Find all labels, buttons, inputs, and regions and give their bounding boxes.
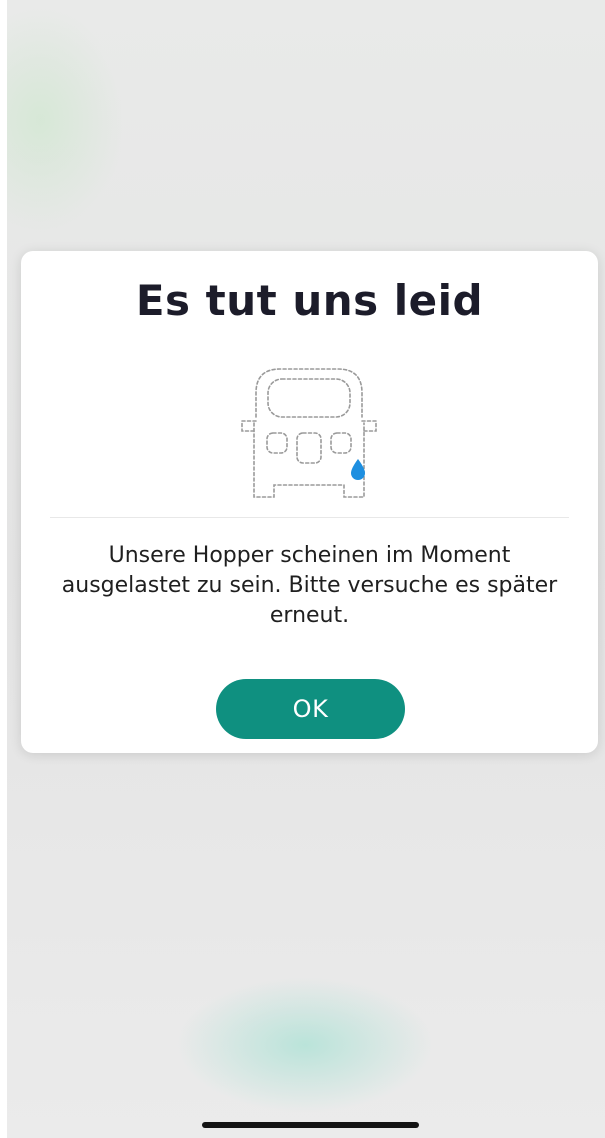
home-indicator[interactable] bbox=[202, 1122, 419, 1128]
screen-edge bbox=[0, 0, 7, 1138]
dialog-divider bbox=[50, 517, 569, 518]
dialog-message: Unsere Hopper scheinen im Moment ausgela… bbox=[61, 543, 558, 628]
error-dialog: Es tut uns leid Unsere Hopper scheinen i… bbox=[21, 251, 598, 753]
ok-button[interactable]: OK bbox=[216, 679, 405, 739]
dialog-title: Es tut uns leid bbox=[135, 276, 484, 325]
sad-van-icon bbox=[234, 357, 384, 503]
